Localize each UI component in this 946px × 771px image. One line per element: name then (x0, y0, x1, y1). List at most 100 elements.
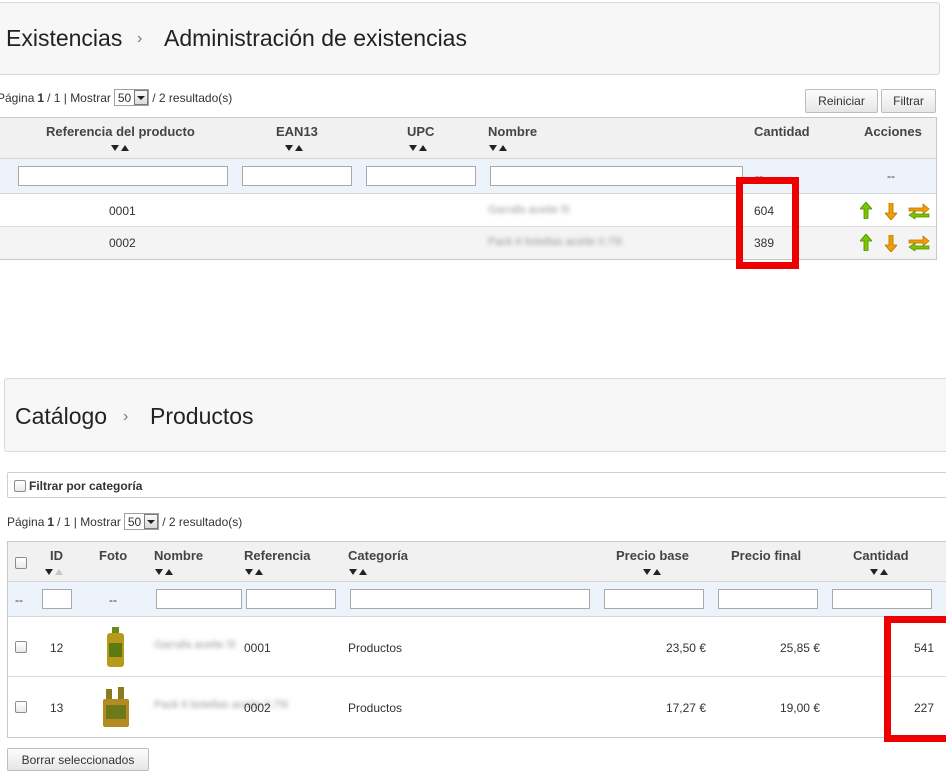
sort-desc-icon[interactable] (45, 569, 53, 575)
sort-asc-icon[interactable] (880, 569, 888, 575)
sort-name[interactable] (489, 144, 511, 152)
filter-name-input[interactable] (156, 589, 242, 609)
sort-desc-icon[interactable] (489, 145, 497, 151)
row-reference: 0001 (244, 641, 271, 655)
row-category: Productos (348, 641, 403, 655)
filter-select-dash: -- (15, 593, 23, 607)
catalog-pagination: Página 1 / 1 | Mostrar 50 / 2 resultado(… (7, 513, 242, 530)
col-photo: Foto (99, 548, 128, 563)
page-number[interactable]: 1 (47, 515, 54, 529)
row-reference: 0002 (109, 236, 136, 250)
sort-category[interactable] (349, 568, 371, 576)
stock-header: Existencias › Administración de existenc… (0, 2, 940, 75)
breadcrumb-existencias[interactable]: Existencias (6, 25, 122, 52)
breadcrumb-separator: › (123, 408, 129, 425)
filter-ean13-input[interactable] (242, 166, 352, 186)
sort-base-price[interactable] (643, 568, 665, 576)
sort-asc-icon[interactable] (653, 569, 661, 575)
chevron-down-icon (134, 90, 149, 105)
highlight-box-stock-quantity (736, 177, 799, 269)
sort-id[interactable] (45, 568, 67, 576)
product-thumbnail (100, 685, 132, 732)
results-count: / 2 resultado(s) (162, 514, 243, 529)
sort-reference[interactable] (245, 568, 267, 576)
col-ean13: EAN13 (276, 124, 318, 139)
col-base-price: Precio base (616, 548, 689, 563)
arrow-up-icon[interactable] (860, 202, 872, 219)
filter-base-price-input[interactable] (604, 589, 704, 609)
sort-asc-icon[interactable] (165, 569, 173, 575)
sort-name[interactable] (155, 568, 177, 576)
table-row: 12 Garrafa aceite 5l 0001 Productos 23,5… (8, 617, 946, 677)
reset-button[interactable]: Reiniciar (805, 89, 878, 113)
sort-asc-icon[interactable] (295, 145, 303, 151)
sort-asc-icon[interactable] (419, 145, 427, 151)
filter-upc-input[interactable] (366, 166, 476, 186)
page-label: Página (0, 90, 35, 105)
row-id: 13 (50, 701, 64, 715)
sort-asc-icon[interactable] (255, 569, 263, 575)
sort-desc-icon[interactable] (245, 569, 253, 575)
sort-desc-icon[interactable] (285, 145, 293, 151)
col-quantity: Cantidad (754, 124, 810, 139)
product-thumbnail (102, 627, 130, 672)
row-checkbox[interactable] (15, 641, 27, 653)
products-table: ID Foto Nombre Referencia Categoría Prec… (7, 541, 946, 738)
arrow-up-icon[interactable] (860, 234, 872, 251)
arrow-down-icon[interactable] (885, 203, 897, 220)
row-category: Productos (348, 701, 403, 715)
sort-quantity[interactable] (870, 568, 892, 576)
breadcrumb-catalogo[interactable]: Catálogo (15, 403, 107, 430)
sort-desc-icon[interactable] (643, 569, 651, 575)
filter-by-category-label[interactable]: Filtrar por categoría (29, 479, 142, 493)
col-upc: UPC (407, 124, 435, 139)
transfer-icon[interactable] (907, 202, 931, 220)
highlight-box-catalog-quantity (884, 616, 946, 742)
filter-reference-input[interactable] (246, 589, 336, 609)
transfer-icon[interactable] (907, 234, 931, 252)
breadcrumb-separator: › (137, 30, 143, 47)
page-number[interactable]: 1 (37, 91, 44, 105)
sort-asc-icon[interactable] (121, 145, 129, 151)
row-name: Garrafa aceite 5l (488, 204, 570, 216)
col-reference: Referencia (244, 548, 311, 563)
sort-asc-icon[interactable] (359, 569, 367, 575)
col-category: Categoría (348, 548, 408, 563)
sort-asc-icon[interactable] (499, 145, 507, 151)
products-filter-row: -- -- (8, 582, 946, 617)
sort-desc-icon[interactable] (349, 569, 357, 575)
col-id: ID (50, 548, 63, 563)
filter-photo-dash: -- (109, 593, 117, 607)
select-all-checkbox[interactable] (15, 557, 27, 569)
sort-desc-icon[interactable] (155, 569, 163, 575)
delete-selected-button[interactable]: Borrar seleccionados (7, 748, 149, 771)
row-id: 12 (50, 641, 64, 655)
filter-name-input[interactable] (490, 166, 743, 186)
filter-reference-input[interactable] (18, 166, 228, 186)
filter-button[interactable]: Filtrar (881, 89, 936, 113)
filter-category-checkbox[interactable] (14, 480, 26, 492)
sort-upc[interactable] (409, 144, 431, 152)
page-title: Administración de existencias (164, 25, 467, 51)
table-row: 13 Pack 6 botellas aceite 0.75l 0002 Pro… (8, 677, 946, 737)
sort-ean13[interactable] (285, 144, 307, 152)
filter-actions-dash: -- (887, 169, 895, 183)
per-page-value: 50 (127, 514, 142, 529)
row-checkbox[interactable] (15, 701, 27, 713)
sort-desc-icon[interactable] (409, 145, 417, 151)
filter-id-input[interactable] (42, 589, 72, 609)
filter-category-input[interactable] (350, 589, 590, 609)
stock-table-header: Referencia del producto EAN13 UPC Nombre… (0, 118, 936, 159)
sort-desc-icon[interactable] (870, 569, 878, 575)
col-quantity: Cantidad (853, 548, 909, 563)
per-page-select[interactable]: 50 (113, 89, 150, 106)
sort-desc-icon[interactable] (111, 145, 119, 151)
arrow-down-icon[interactable] (885, 235, 897, 252)
sort-reference[interactable] (111, 144, 133, 152)
filter-quantity-input[interactable] (832, 589, 932, 609)
col-actions: Acciones (864, 124, 922, 139)
per-page-select[interactable]: 50 (123, 513, 160, 530)
sort-asc-icon[interactable] (55, 569, 63, 575)
row-final-price: 25,85 € (779, 641, 820, 655)
filter-final-price-input[interactable] (718, 589, 818, 609)
